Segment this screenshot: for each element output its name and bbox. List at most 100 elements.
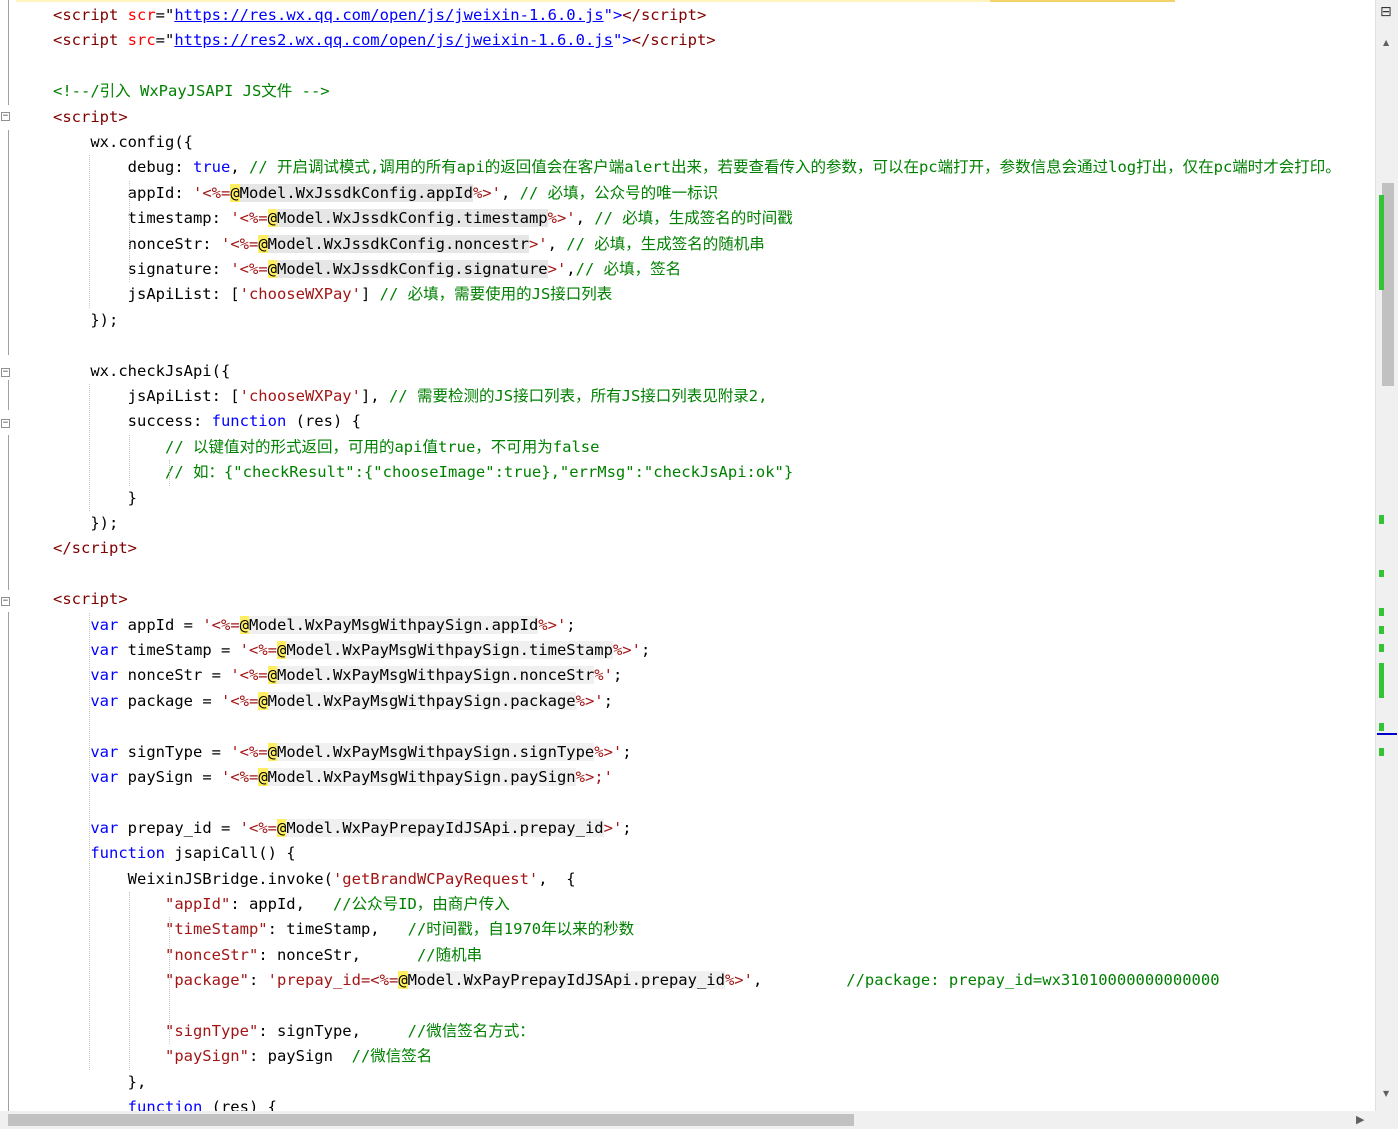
code-line[interactable]: }); — [53, 511, 118, 536]
code-line[interactable]: var prepay_id = '<%=@Model.WxPayPrepayId… — [53, 816, 632, 841]
horizontal-scrollbar[interactable]: ▶ — [0, 1111, 1376, 1129]
code-token: Model.WxJssdkConfig.noncestr — [267, 234, 529, 253]
collapse-icon[interactable]: − — [1, 597, 10, 606]
code-token: "appId" — [164, 895, 231, 913]
change-marker — [1379, 608, 1384, 616]
code-token: =" — [155, 6, 175, 24]
code-token: : nonceStr, — [258, 945, 417, 964]
code-token: script — [62, 107, 119, 126]
code-editor[interactable]: − − − − <script scr="https://res.wx.qq.com/… — [0, 0, 1376, 1111]
code-line[interactable]: function (res) { — [53, 1095, 277, 1111]
code-line[interactable]: // 如：{"checkResult":{"chooseImage":true}… — [53, 460, 793, 485]
collapse-icon[interactable]: − — [1, 368, 10, 377]
code-token: : timeStamp, — [267, 920, 408, 939]
code-line[interactable]: "package": 'prepay_id=<%=@Model.WxPayPre… — [53, 968, 1220, 993]
code-line[interactable]: timestamp: '<%=@Model.WxJssdkConfig.time… — [53, 206, 793, 231]
code-token: , — [566, 260, 576, 278]
code-line[interactable]: <script> — [53, 587, 128, 612]
indent-guide — [89, 612, 90, 1070]
code-token: jsApiList: [ — [53, 387, 240, 405]
code-token: signature: — [53, 260, 231, 278]
code-token: script — [640, 6, 697, 24]
code-token: 'prepay_id=<%= — [267, 971, 399, 990]
code-line[interactable]: <script src="https://res2.wx.qq.com/open… — [53, 28, 716, 53]
fold-line — [8, 612, 9, 1111]
code-line[interactable]: var package = '<%=@Model.WxPayMsgWithpay… — [53, 689, 613, 714]
code-token: @ — [239, 615, 249, 634]
code-token: %>' — [472, 183, 501, 202]
code-token: 'chooseWXPay' — [239, 285, 361, 304]
code-token: </ — [622, 6, 641, 24]
code-token: @ — [398, 971, 408, 990]
code-token: //微信签名方式： — [407, 1022, 535, 1040]
code-line[interactable]: // 以键值对的形式返回，可用的api值true，不可用为false — [53, 435, 600, 460]
code-token: , — [547, 234, 567, 253]
code-token: '<%= — [220, 691, 259, 710]
code-token: ; — [603, 691, 613, 710]
code-line[interactable]: "timeStamp": timeStamp, //时间戳，自1970年以来的秒… — [53, 917, 634, 942]
code-line[interactable]: }, — [53, 1070, 147, 1095]
code-line[interactable]: </script> — [53, 536, 137, 561]
scroll-up-arrow-icon[interactable]: ▲ — [1383, 38, 1389, 47]
code-line[interactable]: jsApiList: ['chooseWXPay'], // 需要检测的JS接口… — [53, 384, 768, 409]
split-editor-icon[interactable]: ⊟ — [1380, 4, 1392, 20]
code-line[interactable]: success: function (res) { — [53, 409, 361, 434]
code-token: : — [248, 971, 268, 990]
code-line[interactable]: var paySign = '<%=@Model.WxPayMsgWithpay… — [53, 765, 613, 790]
code-token: //时间戳，自1970年以来的秒数 — [407, 920, 635, 939]
code-line[interactable]: var timeStamp = '<%=@Model.WxPayMsgWithp… — [53, 638, 650, 663]
code-line[interactable]: }); — [53, 308, 118, 333]
code-line[interactable]: debug: true, // 开启调试模式,调用的所有api的返回值会在客户端… — [53, 155, 1341, 180]
code-token: https://res.wx.qq.com/open/js/jweixin-1.… — [174, 6, 604, 24]
code-line[interactable]: <script> — [53, 105, 128, 130]
indent-guide — [89, 384, 90, 511]
code-line[interactable]: var signType = '<%=@Model.WxPayMsgWithpa… — [53, 740, 632, 765]
code-token: @ — [267, 666, 277, 685]
code-line[interactable]: <!--/引入 WxPayJSAPI JS文件 --> — [53, 79, 330, 104]
collapse-icon[interactable]: − — [1, 112, 10, 121]
horizontal-scroll-thumb[interactable] — [8, 1114, 854, 1126]
code-line[interactable]: wx.checkJsApi({ — [53, 359, 230, 384]
code-token: %' — [594, 666, 613, 685]
scroll-right-arrow-icon[interactable]: ▶ — [1356, 1113, 1364, 1126]
code-line[interactable]: "appId": appId, //公众号ID，由商户传入 — [53, 892, 510, 917]
code-token: jsapiCall() { — [164, 844, 296, 863]
code-line[interactable]: appId: '<%=@Model.WxJssdkConfig.appId%>'… — [53, 181, 718, 206]
code-line[interactable]: "paySign": paySign //微信签名 — [53, 1044, 432, 1069]
code-token: > — [127, 539, 138, 558]
code-line[interactable]: wx.config({ — [53, 130, 193, 155]
code-token: "package" — [164, 971, 249, 990]
fold-line — [8, 0, 9, 105]
code-token: //微信签名 — [351, 1047, 433, 1066]
code-token: nonceStr = — [118, 666, 231, 685]
code-line[interactable]: var nonceStr = '<%=@Model.WxPayMsgWithpa… — [53, 663, 622, 688]
code-line[interactable]: jsApiList: ['chooseWXPay'] // 必填，需要使用的JS… — [53, 282, 613, 307]
code-line[interactable]: var appId = '<%=@Model.WxPayMsgWithpaySi… — [53, 613, 576, 638]
indent-guide — [129, 434, 130, 486]
code-line[interactable]: signature: '<%=@Model.WxJssdkConfig.sign… — [53, 257, 681, 282]
code-token: script — [62, 590, 119, 609]
code-line[interactable]: WeixinJSBridge.invoke('getBrandWCPayRequ… — [53, 867, 576, 892]
code-token: }); — [53, 514, 119, 532]
code-line[interactable]: } — [53, 486, 137, 511]
code-token: @ — [230, 183, 240, 202]
code-token: (res) { — [202, 1098, 277, 1111]
code-line[interactable]: <script scr="https://res.wx.qq.com/open/… — [53, 3, 706, 28]
code-line[interactable]: "signType": signType, //微信签名方式： — [53, 1019, 535, 1044]
scroll-down-arrow-icon[interactable]: ▼ — [1383, 1089, 1389, 1098]
code-token: '<%= — [220, 234, 259, 253]
code-token: }); — [53, 310, 119, 329]
change-marker — [1379, 626, 1384, 634]
code-token: > — [706, 31, 716, 50]
indent-guide — [129, 180, 130, 283]
code-line[interactable]: nonceStr: '<%=@Model.WxJssdkConfig.nonce… — [53, 232, 765, 257]
code-line[interactable]: "nonceStr": nonceStr, //随机串 — [53, 943, 482, 968]
code-token: // 需要检测的JS接口列表，所有JS接口列表见附录2, — [388, 387, 768, 405]
code-token: @ — [258, 768, 268, 786]
collapse-icon[interactable]: − — [1, 419, 10, 428]
code-token: } — [53, 488, 137, 507]
vertical-scrollbar[interactable]: ⊟ ▲ ▼ — [1375, 0, 1398, 1111]
